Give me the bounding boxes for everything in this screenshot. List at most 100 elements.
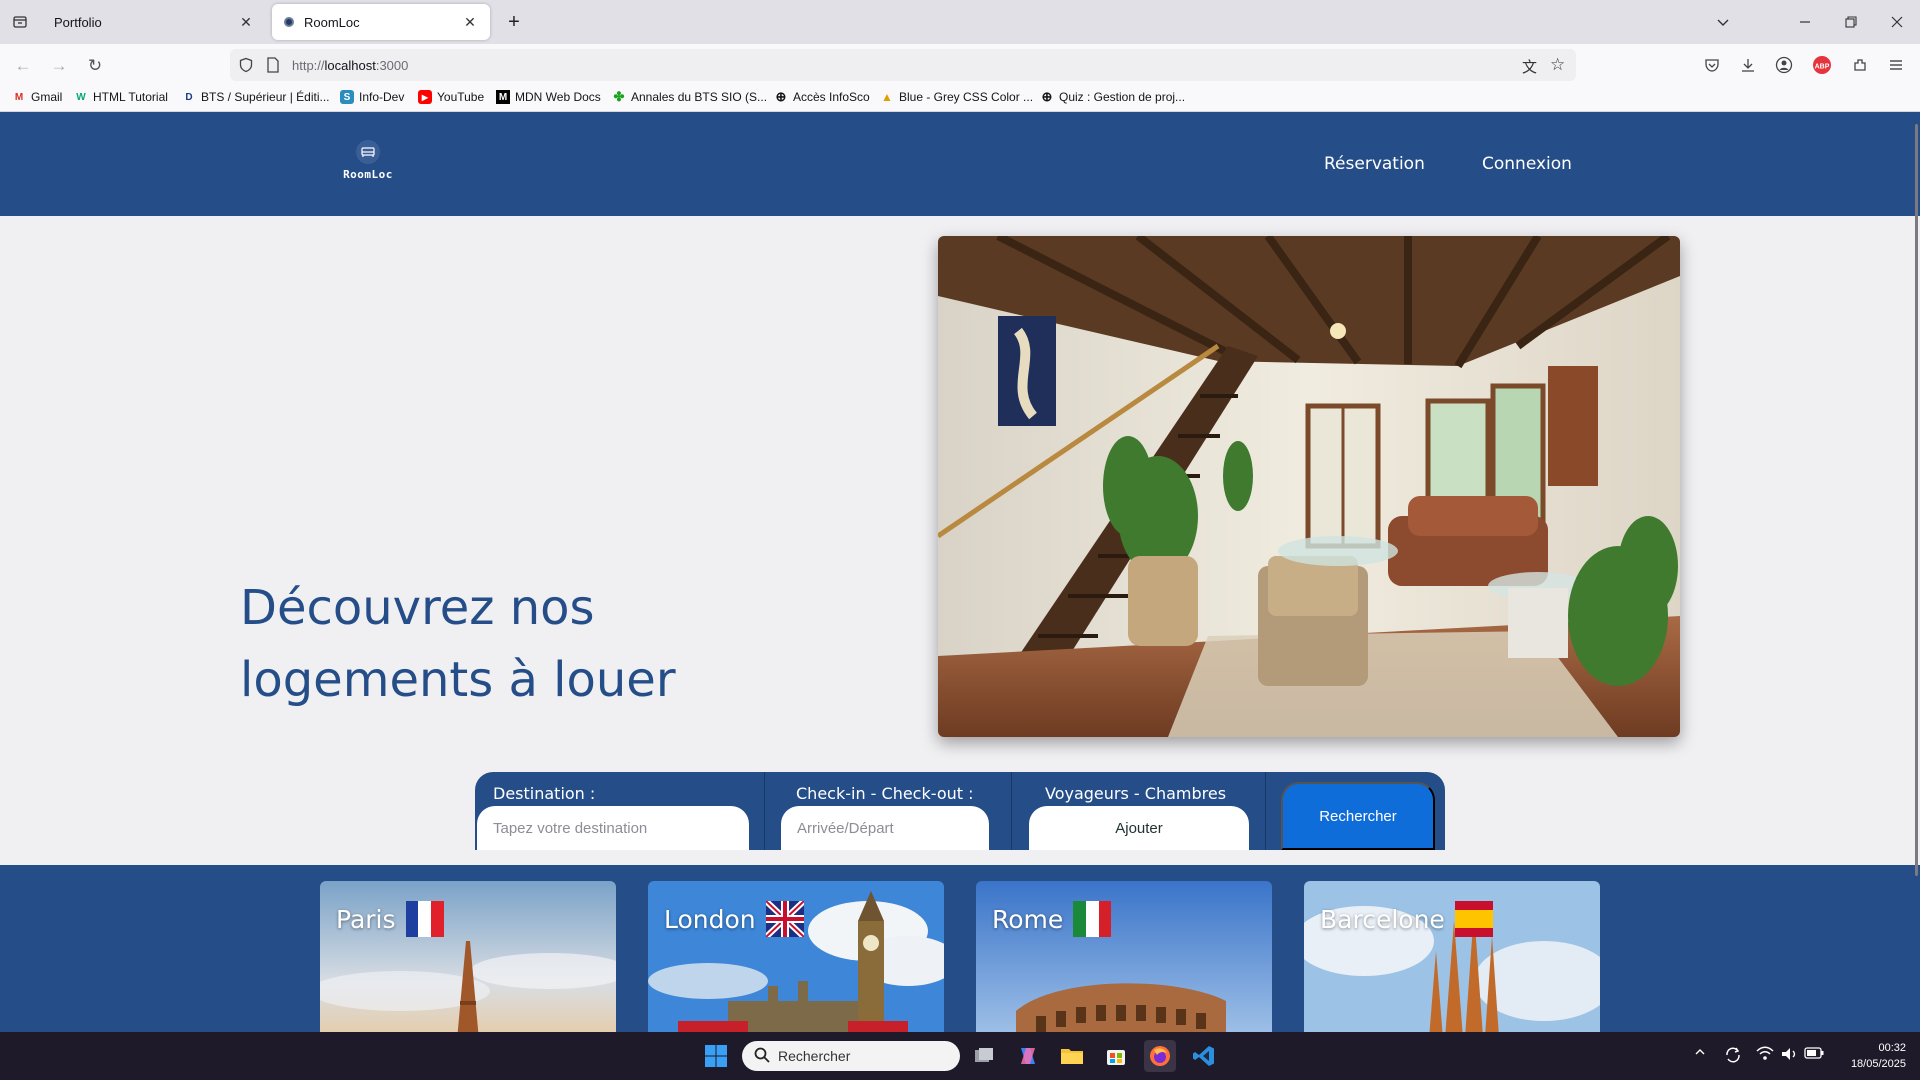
tab-title: Portfolio — [54, 14, 102, 30]
close-icon[interactable]: ✕ — [238, 14, 254, 30]
page-icon[interactable] — [266, 57, 280, 78]
gmail-icon: M — [14, 91, 24, 103]
globe-icon: ⊕ — [775, 89, 787, 104]
volume-icon[interactable] — [1780, 1046, 1798, 1065]
new-tab-icon[interactable]: + — [502, 10, 526, 34]
bookmark-html-tutorial[interactable]: W HTML Tutorial — [74, 90, 168, 104]
hero-title: Découvrez nos logements à louer — [240, 580, 676, 708]
windows-taskbar: Rechercher 00:32 18/05/2025 — [0, 1032, 1920, 1080]
destination-card-london[interactable]: London — [648, 881, 944, 1032]
destination-card-barcelone[interactable]: Barcelone — [1304, 881, 1600, 1032]
tab-list-icon[interactable] — [8, 10, 32, 34]
add-guests-button[interactable]: Ajouter — [1029, 806, 1249, 850]
copilot-icon[interactable] — [1012, 1040, 1044, 1072]
nav-link-connexion[interactable]: Connexion — [1482, 154, 1572, 174]
bookmark-acces-infosco[interactable]: ⊕ Accès InfoSco — [774, 89, 870, 104]
chevron-up-icon[interactable] — [1694, 1046, 1706, 1061]
battery-icon[interactable] — [1804, 1046, 1824, 1063]
card-title: London — [664, 901, 804, 937]
system-clock[interactable]: 00:32 18/05/2025 — [1836, 1040, 1906, 1072]
reload-icon[interactable]: ↻ — [82, 53, 108, 79]
w3schools-icon: W — [76, 91, 86, 103]
browser-tab-bar: Portfolio ✕ RoomLoc ✕ + — [0, 0, 1920, 44]
youtube-icon: ▶ — [418, 90, 432, 104]
download-icon[interactable] — [1736, 53, 1760, 77]
logo-text: RoomLoc — [343, 168, 393, 181]
bookmark-youtube[interactable]: ▶ YouTube — [418, 90, 484, 104]
bookmark-quiz-gestion[interactable]: ⊕ Quiz : Gestion de proj... — [1040, 89, 1186, 104]
address-bar[interactable]: http://localhost:3000 文 ☆ — [230, 49, 1576, 81]
vscode-icon[interactable] — [1188, 1040, 1220, 1072]
shield-icon[interactable] — [238, 57, 254, 78]
close-icon[interactable]: ✕ — [462, 14, 478, 30]
forward-icon[interactable]: → — [46, 53, 72, 79]
svg-text:ABP: ABP — [1815, 64, 1830, 71]
close-window-icon[interactable] — [1874, 0, 1920, 44]
tab-portfolio[interactable]: Portfolio ✕ — [42, 4, 266, 40]
firefox-icon[interactable] — [1144, 1040, 1176, 1072]
bookmark-info-dev[interactable]: S Info-Dev — [340, 90, 404, 104]
back-icon[interactable]: ← — [10, 53, 36, 79]
bookmark-bts-superieur[interactable]: D BTS / Supérieur | Éditi... — [182, 90, 329, 104]
destinations-section: Paris London Rome Barcelone — [0, 865, 1920, 1032]
guests-label: Voyageurs - Chambres — [1045, 784, 1227, 803]
search-button[interactable]: Rechercher — [1281, 782, 1435, 850]
card-title: Rome — [992, 901, 1112, 937]
mdn-icon: M — [496, 90, 510, 104]
bookmarks-bar: M Gmail W HTML Tutorial D BTS / Supérieur |… — [0, 86, 1920, 112]
star-icon[interactable]: ☆ — [1550, 55, 1565, 75]
web-page: RoomLoc Réservation Connexion Découvrez … — [0, 112, 1920, 1032]
destination-input[interactable] — [477, 806, 749, 850]
file-explorer-icon[interactable] — [1056, 1040, 1088, 1072]
minimize-icon[interactable] — [1782, 0, 1828, 44]
wifi-icon[interactable] — [1756, 1046, 1774, 1065]
chevron-down-icon[interactable] — [1700, 0, 1746, 44]
restore-icon[interactable] — [1828, 0, 1874, 44]
divider — [1011, 772, 1012, 850]
bookmark-annales-bts[interactable]: ✤ Annales du BTS SIO (S... — [612, 89, 768, 104]
page-scrollbar[interactable] — [1915, 124, 1918, 876]
microsoft-store-icon[interactable] — [1100, 1040, 1132, 1072]
card-title: Paris — [336, 901, 444, 937]
clover-icon: ✤ — [613, 89, 625, 104]
browser-navigation-bar: ← → ↻ http://localhost:3000 文 ☆ ABP — [0, 44, 1920, 86]
destination-label: Destination : — [493, 784, 596, 803]
favicon-icon — [284, 17, 294, 27]
destination-card-rome[interactable]: Rome — [976, 881, 1272, 1032]
bookmark-gmail[interactable]: M Gmail — [12, 90, 63, 104]
tab-roomloc[interactable]: RoomLoc ✕ — [272, 4, 490, 40]
taskbar-search-box[interactable]: Rechercher — [742, 1041, 960, 1071]
bed-icon — [356, 140, 380, 164]
search-icon — [754, 1047, 770, 1066]
translate-icon[interactable]: 文 — [1522, 56, 1537, 77]
adblock-icon[interactable]: ABP — [1810, 53, 1834, 77]
d-logo-icon: D — [185, 91, 193, 103]
extensions-icon[interactable] — [1848, 53, 1872, 77]
dates-input[interactable] — [781, 806, 989, 850]
task-view-icon[interactable] — [968, 1040, 1000, 1072]
card-title: Barcelone — [1320, 901, 1493, 937]
divider — [764, 772, 765, 850]
infodev-icon: S — [340, 90, 354, 104]
windows-start-icon[interactable] — [700, 1040, 732, 1072]
palette-icon: ▲ — [881, 90, 893, 104]
dates-label: Check-in - Check-out : — [796, 784, 974, 803]
nav-link-reservation[interactable]: Réservation — [1324, 154, 1425, 174]
search-form: Destination : Check-in - Check-out : Voy… — [475, 772, 1445, 850]
site-header: RoomLoc Réservation Connexion — [0, 112, 1920, 216]
france-flag-icon — [405, 901, 444, 937]
spain-flag-icon — [1454, 901, 1493, 937]
site-logo[interactable]: RoomLoc — [338, 140, 398, 181]
sync-icon[interactable] — [1724, 1046, 1742, 1067]
destination-card-paris[interactable]: Paris — [320, 881, 616, 1032]
url-text: http://localhost:3000 — [292, 57, 409, 73]
account-icon[interactable] — [1772, 53, 1796, 77]
pocket-icon[interactable] — [1700, 53, 1724, 77]
hero-living-room-image — [938, 236, 1680, 737]
uk-flag-icon — [765, 901, 804, 937]
menu-icon[interactable] — [1884, 53, 1908, 77]
bookmark-blue-grey-css[interactable]: ▲ Blue - Grey CSS Color ... — [880, 90, 1033, 104]
bookmark-mdn[interactable]: M MDN Web Docs — [496, 90, 601, 104]
divider — [1265, 772, 1266, 850]
globe-icon: ⊕ — [1041, 89, 1053, 104]
